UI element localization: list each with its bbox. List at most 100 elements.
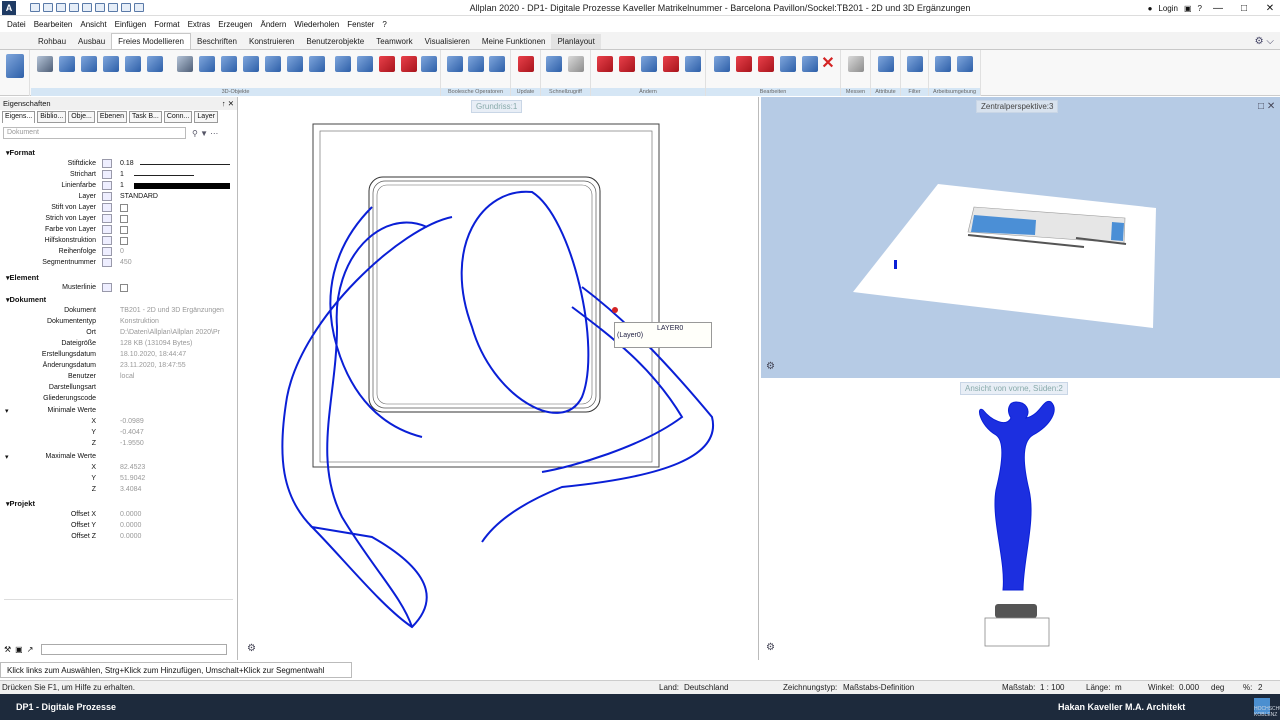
- trim-icon[interactable]: [619, 56, 635, 72]
- surface-icon[interactable]: [147, 56, 163, 72]
- copy-icon[interactable]: [714, 56, 730, 72]
- close-button[interactable]: ✕: [1260, 3, 1280, 14]
- laenge-value[interactable]: m: [1115, 683, 1122, 692]
- prop-hilfskonstruktion[interactable]: Hilfskonstruktion: [0, 236, 236, 247]
- percent-value[interactable]: 2: [1258, 683, 1262, 692]
- minimale-werte-header[interactable]: ▾ Minimale Werte: [0, 406, 236, 417]
- zeichnungstyp-value[interactable]: Maßstabs-Definition: [843, 683, 914, 692]
- prop-linienfarbe[interactable]: Linienfarbe 1: [0, 181, 236, 192]
- tab-visualisieren[interactable]: Visualisieren: [419, 34, 476, 49]
- loft-icon[interactable]: [243, 56, 259, 72]
- polyline-edit-icon[interactable]: [663, 56, 679, 72]
- viewport-settings-icon[interactable]: ⚙: [247, 643, 256, 654]
- prop-stift-von-layer[interactable]: Stift von Layer: [0, 203, 236, 214]
- more-3d-icon[interactable]: [421, 56, 437, 72]
- section-format[interactable]: Format: [6, 148, 35, 157]
- tab-planlayout[interactable]: Planlayout: [551, 34, 601, 49]
- edit-surface-icon[interactable]: [335, 56, 351, 72]
- checkbox[interactable]: [120, 215, 128, 223]
- prop-farbe-von-layer[interactable]: Farbe von Layer: [0, 225, 236, 236]
- patch-icon[interactable]: [309, 56, 325, 72]
- modify-points-icon[interactable]: [641, 56, 657, 72]
- viewport-ansicht-vorne[interactable]: Ansicht von vorne, Süden:2 ⚙: [761, 380, 1280, 660]
- menu-einfuegen[interactable]: Einfügen: [111, 20, 151, 29]
- tab-connect[interactable]: Conn...: [163, 111, 193, 123]
- prop-segmentnummer[interactable]: Segmentnummer 450: [0, 258, 236, 269]
- measure-icon[interactable]: [848, 56, 864, 72]
- maximize-button[interactable]: □: [1234, 3, 1254, 14]
- prop-stiftdicke[interactable]: Stiftdicke 0.18: [0, 159, 236, 170]
- tab-bibliothek[interactable]: Biblio...: [37, 111, 67, 123]
- sculpture-wireframe[interactable]: [281, 190, 715, 629]
- section-projekt[interactable]: Projekt: [6, 499, 35, 508]
- line-3d-icon[interactable]: [37, 56, 53, 72]
- menu-help[interactable]: ?: [378, 20, 390, 29]
- menu-aendern[interactable]: Ändern: [256, 20, 290, 29]
- winkel-value[interactable]: 0.000: [1179, 683, 1199, 692]
- tab-task-bereich[interactable]: Task B...: [128, 111, 162, 123]
- mirror-icon[interactable]: [736, 56, 752, 72]
- tab-ausbau[interactable]: Ausbau: [72, 34, 111, 49]
- split-icon[interactable]: [357, 56, 373, 72]
- union-icon[interactable]: [447, 56, 463, 72]
- section-dokument[interactable]: Dokument: [6, 295, 47, 304]
- quick-modify-icon[interactable]: [568, 56, 584, 72]
- favorites-select[interactable]: [41, 643, 228, 655]
- cart-icon[interactable]: ▣: [1184, 4, 1192, 13]
- coordinate-icon[interactable]: [957, 56, 973, 72]
- sweep-icon[interactable]: [199, 56, 215, 72]
- panel-close-icon[interactable]: ✕: [228, 99, 234, 108]
- extrude-icon[interactable]: [177, 56, 193, 72]
- winkel-unit[interactable]: deg: [1211, 683, 1224, 692]
- viewport-zentralperspektive[interactable]: Zentralperspektive:3 □ ✕ ⚙: [761, 97, 1280, 378]
- help-icon[interactable]: ?: [1198, 4, 1202, 13]
- prop-reihenfolge[interactable]: Reihenfolge 0: [0, 247, 236, 258]
- checkbox[interactable]: [120, 284, 128, 292]
- tab-rohbau[interactable]: Rohbau: [32, 34, 72, 49]
- attribute-icon[interactable]: [878, 56, 894, 72]
- land-value[interactable]: Deutschland: [684, 683, 728, 692]
- prop-strichart[interactable]: Strichart 1: [0, 170, 236, 181]
- pin-icon[interactable]: ↑: [222, 99, 226, 108]
- menu-wiederholen[interactable]: Wiederholen: [290, 20, 343, 29]
- menu-extras[interactable]: Extras: [184, 20, 215, 29]
- checkbox[interactable]: [120, 204, 128, 212]
- document-select[interactable]: Dokument: [3, 127, 186, 139]
- rotate-icon[interactable]: [758, 56, 774, 72]
- filter-icon[interactable]: [907, 56, 923, 72]
- wrench-icon[interactable]: ⚒: [4, 645, 11, 654]
- stair-icon[interactable]: [81, 56, 97, 72]
- tab-eigenschaften[interactable]: Eigens...: [2, 111, 36, 123]
- quick-access-icon[interactable]: [546, 56, 562, 72]
- massstab-value[interactable]: 1 : 100: [1040, 683, 1064, 692]
- eraser-icon[interactable]: [597, 56, 613, 72]
- tab-layer[interactable]: Layer: [194, 111, 218, 123]
- convert-icon[interactable]: [379, 56, 395, 72]
- sphere-icon[interactable]: [125, 56, 141, 72]
- revolve-icon[interactable]: [265, 56, 281, 72]
- subtract-icon[interactable]: [468, 56, 484, 72]
- menu-bearbeiten[interactable]: Bearbeiten: [30, 20, 77, 29]
- cube-icon[interactable]: [59, 56, 75, 72]
- scale-icon[interactable]: [802, 56, 818, 72]
- ribbon-options-icon[interactable]: ⚙ ⌵: [1255, 36, 1274, 47]
- viewport-grundriss[interactable]: Grundriss:1 ⚙: [242, 97, 759, 660]
- menu-erzeugen[interactable]: Erzeugen: [214, 20, 256, 29]
- workplane-icon[interactable]: [935, 56, 951, 72]
- tab-objekte[interactable]: Obje...: [68, 111, 95, 123]
- menu-ansicht[interactable]: Ansicht: [76, 20, 110, 29]
- menu-format[interactable]: Format: [150, 20, 183, 29]
- split-line-icon[interactable]: [685, 56, 701, 72]
- viewport-settings-icon[interactable]: ⚙: [766, 361, 775, 372]
- update-icon[interactable]: [518, 56, 534, 72]
- export-icon[interactable]: ↗: [27, 645, 34, 654]
- tab-teamwork[interactable]: Teamwork: [370, 34, 418, 49]
- move-icon[interactable]: [780, 56, 796, 72]
- tab-ebenen[interactable]: Ebenen: [96, 111, 127, 123]
- login-link[interactable]: Login: [1158, 4, 1178, 13]
- tab-freies-modellieren[interactable]: Freies Modellieren: [111, 33, 191, 49]
- tab-benutzerobjekte[interactable]: Benutzerobjekte: [300, 34, 370, 49]
- menu-fenster[interactable]: Fenster: [343, 20, 378, 29]
- checkbox[interactable]: [120, 237, 128, 245]
- section-element[interactable]: Element: [6, 273, 39, 282]
